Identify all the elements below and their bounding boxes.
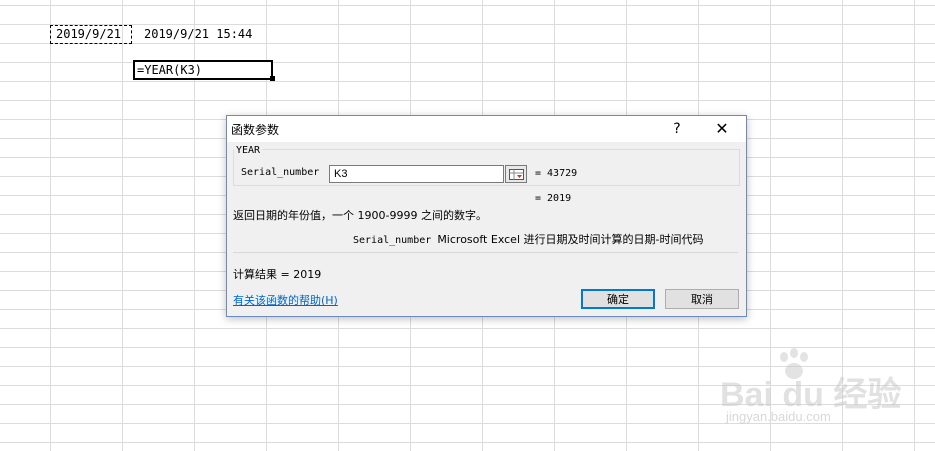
- function-help-link[interactable]: 有关该函数的帮助(H): [233, 292, 338, 308]
- function-name-label: YEAR: [234, 145, 263, 156]
- argument-evaluated-value: = 43729: [535, 168, 578, 179]
- close-button[interactable]: ✕: [705, 116, 739, 142]
- cancel-button[interactable]: 取消: [665, 289, 739, 309]
- function-arguments-dialog: 函数参数 ? ✕ YEAR Serial_number = 43729 = 20…: [226, 115, 747, 317]
- argument-description-name: Serial_number: [353, 235, 432, 246]
- argument-description: Serial_number Microsoft Excel 进行日期及时间计算的…: [353, 231, 703, 247]
- calculation-result: 计算结果 = 2019: [233, 268, 322, 281]
- cell-l5-formula[interactable]: =YEAR(K3): [133, 60, 273, 80]
- watermark-url: jingyan.baidu.com: [726, 409, 831, 424]
- formula-result-value: = 2019: [535, 193, 572, 204]
- dialog-title: 函数参数: [231, 123, 280, 137]
- cell-k3[interactable]: 2019/9/21: [50, 25, 132, 44]
- fill-handle[interactable]: [270, 76, 275, 81]
- serial-number-label: Serial_number: [241, 167, 320, 178]
- function-description: 返回日期的年份值，一个 1900-9999 之间的数字。: [233, 209, 487, 222]
- ok-button[interactable]: 确定: [581, 289, 655, 309]
- dialog-divider: [233, 252, 738, 253]
- dialog-titlebar[interactable]: 函数参数 ? ✕: [227, 116, 746, 142]
- range-select-icon: [509, 169, 524, 180]
- cell-l3[interactable]: 2019/9/21 15:44: [144, 26, 252, 43]
- serial-number-input[interactable]: [329, 165, 504, 183]
- argument-description-text: Microsoft Excel 进行日期及时间计算的日期-时间代码: [437, 233, 704, 246]
- help-button[interactable]: ?: [665, 118, 689, 140]
- range-select-button[interactable]: [505, 165, 527, 183]
- baidu-jingyan-watermark: Bai du 经验 jingyan.baidu.com: [714, 345, 924, 430]
